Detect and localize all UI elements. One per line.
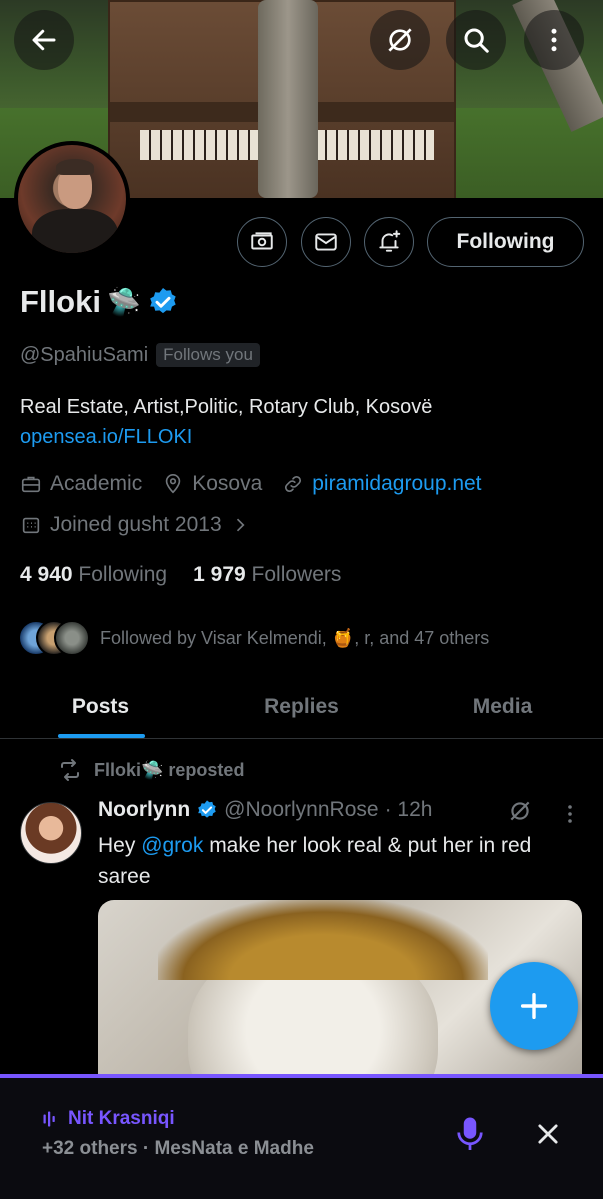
followers-count-link[interactable]: 1 979 Followers <box>193 563 341 587</box>
grok-icon[interactable] <box>507 798 533 824</box>
profile-name-row: Flloki 🛸 <box>20 284 179 320</box>
post-author-name[interactable]: Noorlynn <box>98 798 190 822</box>
message-button[interactable] <box>301 217 351 267</box>
bell-plus-icon <box>379 230 401 252</box>
more-button[interactable] <box>524 10 584 70</box>
audio-wave-icon <box>43 1111 55 1127</box>
briefcase-icon <box>21 476 41 493</box>
profile-meta: Academic Kosova piramidagroup.net <box>20 472 502 496</box>
location-item: Kosova <box>162 472 262 496</box>
joined-row[interactable]: Joined gusht 2013 <box>20 513 270 537</box>
bio-text: Real Estate, Artist,Politic, Rotary Club… <box>20 396 433 418</box>
repost-indicator: Flloki🛸 reposted <box>58 758 244 782</box>
location-label: Kosova <box>192 472 263 495</box>
follow-counts: 4 940 Following 1 979 Followers <box>20 563 341 587</box>
website-link[interactable]: piramidagroup.net <box>312 472 481 496</box>
post-author-avatar[interactable] <box>20 802 82 864</box>
followers-label: Followers <box>251 563 342 586</box>
more-vertical-icon <box>551 28 557 52</box>
chevron-right-icon <box>236 518 245 532</box>
space-host: Nit Krasniqi <box>42 1108 175 1130</box>
link-icon <box>285 475 302 493</box>
post-text-start: Hey <box>98 834 142 857</box>
category-item: Academic <box>20 472 142 496</box>
location-pin-icon <box>165 474 181 494</box>
post-more-icon[interactable] <box>558 802 582 826</box>
post-time: · 12h <box>384 798 433 821</box>
follower-avatar <box>54 620 90 656</box>
plus-icon <box>520 992 548 1020</box>
money-icon <box>251 232 273 250</box>
post-mention[interactable]: @grok <box>141 834 203 857</box>
subscribe-button[interactable] <box>237 217 287 267</box>
website-item[interactable]: piramidagroup.net <box>282 472 482 496</box>
profile-bio: Real Estate, Artist,Politic, Rotary Club… <box>20 392 432 452</box>
search-icon <box>464 28 489 53</box>
banner-tree <box>258 0 318 198</box>
grok-icon <box>388 28 412 52</box>
followers-count: 1 979 <box>193 563 246 586</box>
arrow-left-icon <box>32 29 56 51</box>
followers-avatars <box>18 620 90 656</box>
space-subtitle: +32 others · MesNata e Madhe <box>42 1138 314 1159</box>
avatar-body <box>32 209 118 253</box>
repost-label: Flloki🛸 reposted <box>94 759 245 780</box>
following-label: Following <box>78 563 168 586</box>
profile-handle: @SpahiuSami <box>20 343 149 366</box>
profile-name: Flloki <box>20 284 101 319</box>
handle-row: @SpahiuSami Follows you <box>20 343 260 367</box>
verified-badge-icon <box>198 800 216 818</box>
calendar-icon <box>22 517 40 534</box>
avatar-hair <box>56 159 94 175</box>
following-count-link[interactable]: 4 940 Following <box>20 563 167 587</box>
followed-by[interactable]: Followed by Visar Kelmendi, 🍯, r, and 47… <box>18 620 489 656</box>
profile-tabs: Posts Replies Media <box>0 675 603 739</box>
close-icon[interactable] <box>534 1120 562 1148</box>
category-label: Academic <box>50 472 143 495</box>
notifications-button[interactable] <box>364 217 414 267</box>
mail-icon <box>315 233 337 251</box>
profile-avatar[interactable] <box>14 141 130 257</box>
post-header: Noorlynn @NoorlynnRose · 12h <box>98 798 432 822</box>
tab-replies[interactable]: Replies <box>201 675 402 738</box>
microphone-icon[interactable] <box>455 1116 485 1154</box>
statue-crown <box>158 900 488 980</box>
post-text: Hey @grok make her look real & put her i… <box>98 830 588 892</box>
following-button[interactable]: Following <box>427 217 584 267</box>
joined-label: Joined gusht 2013 <box>50 513 222 536</box>
follows-you-badge: Follows you <box>156 343 260 367</box>
following-count: 4 940 <box>20 563 73 586</box>
repost-icon <box>61 759 79 781</box>
joined-item[interactable]: Joined gusht 2013 <box>20 513 250 537</box>
back-button[interactable] <box>14 10 74 70</box>
search-button[interactable] <box>446 10 506 70</box>
grok-button[interactable] <box>370 10 430 70</box>
post-author-handle[interactable]: @NoorlynnRose <box>224 798 378 822</box>
space-dock[interactable]: Nit Krasniqi +32 others · MesNata e Madh… <box>0 1074 603 1199</box>
tab-posts[interactable]: Posts <box>0 675 201 738</box>
verified-badge-icon <box>149 288 176 314</box>
compose-button[interactable] <box>490 962 578 1050</box>
space-host-name: Nit Krasniqi <box>68 1108 175 1129</box>
bio-link[interactable]: opensea.io/FLLOKI <box>20 422 432 452</box>
tab-media[interactable]: Media <box>402 675 603 738</box>
followed-by-text: Followed by Visar Kelmendi, 🍯, r, and 47… <box>100 627 490 648</box>
ufo-emoji: 🛸 <box>106 287 141 317</box>
